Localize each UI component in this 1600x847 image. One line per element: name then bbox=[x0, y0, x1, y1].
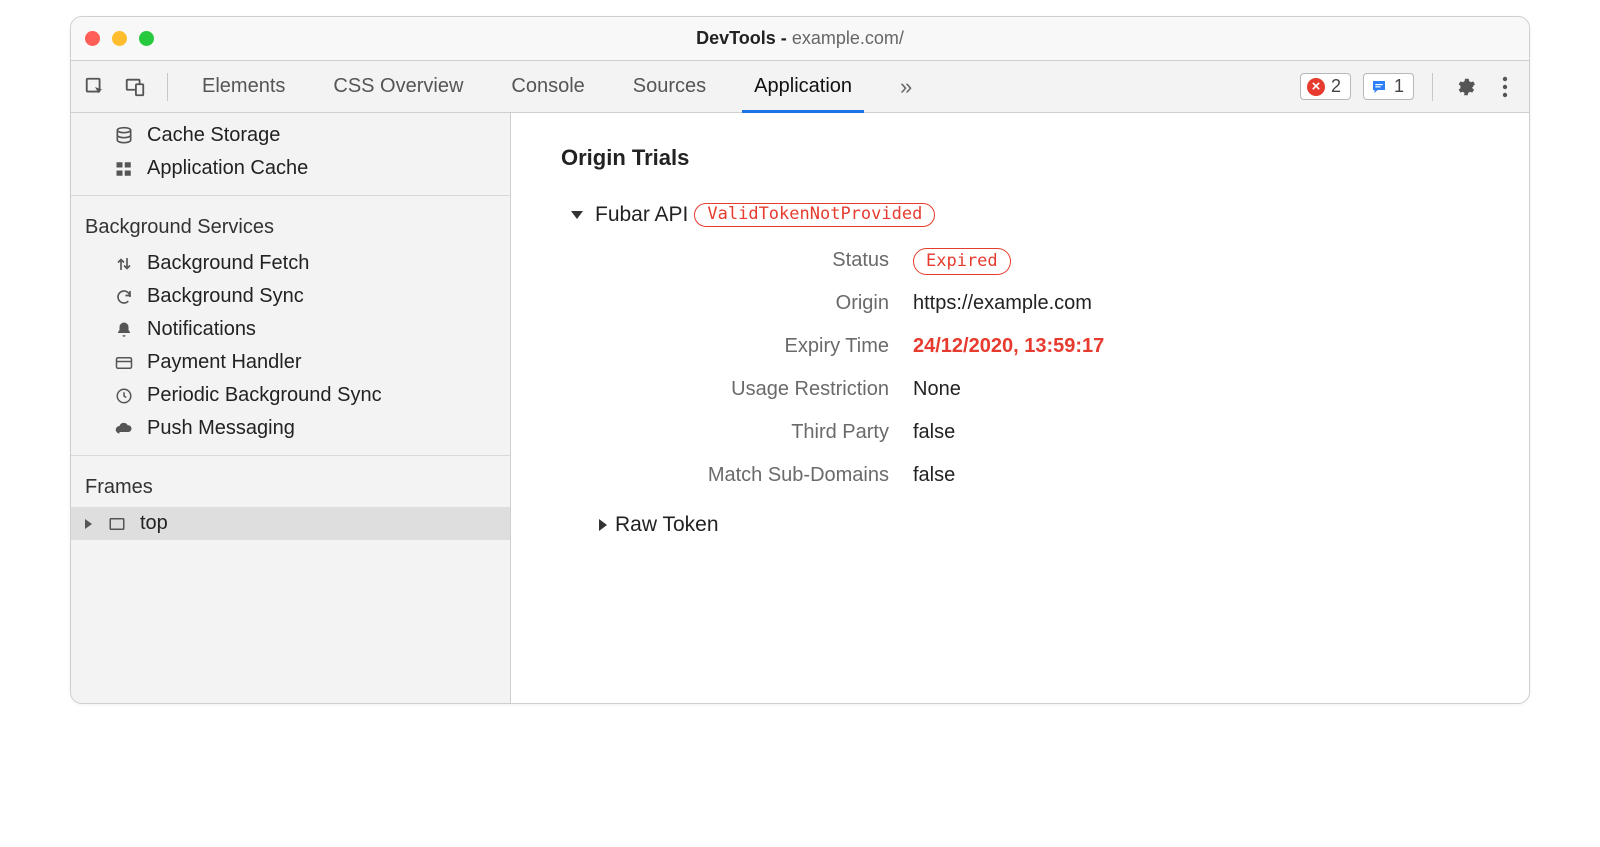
grid-icon bbox=[113, 158, 135, 180]
panel-body: Cache Storage Application Cache Backgrou… bbox=[71, 113, 1529, 703]
tab-console[interactable]: Console bbox=[505, 61, 590, 112]
disclosure-down-icon bbox=[571, 211, 583, 219]
sidebar-item-label: Application Cache bbox=[147, 157, 308, 180]
match-subdomains-value: false bbox=[913, 464, 1489, 487]
errors-count: 2 bbox=[1331, 76, 1341, 97]
sidebar-heading: Frames bbox=[71, 462, 510, 507]
message-icon bbox=[1370, 78, 1388, 96]
devtools-window: DevTools - example.com/ Elements CSS Ove… bbox=[70, 16, 1530, 704]
origin-label: Origin bbox=[613, 292, 913, 315]
sidebar-item-label: Payment Handler bbox=[147, 351, 302, 374]
raw-token-label: Raw Token bbox=[615, 513, 719, 537]
tab-label: Sources bbox=[633, 75, 706, 98]
tab-application[interactable]: Application bbox=[748, 61, 858, 112]
sidebar-item-label: Cache Storage bbox=[147, 124, 280, 147]
toolbar-right: 2 1 bbox=[1300, 73, 1519, 101]
frame-icon bbox=[106, 513, 128, 535]
toolbar-separator bbox=[167, 73, 168, 101]
window-title: DevTools - example.com/ bbox=[71, 28, 1529, 49]
sidebar-item-label: Background Sync bbox=[147, 285, 304, 308]
sidebar-item-push-messaging[interactable]: Push Messaging bbox=[71, 412, 510, 445]
status-badge: Expired bbox=[913, 248, 1011, 275]
sidebar-item-background-fetch[interactable]: Background Fetch bbox=[71, 247, 510, 280]
third-party-value: false bbox=[913, 421, 1489, 444]
sidebar-group-cache: Cache Storage Application Cache bbox=[71, 113, 510, 196]
sidebar-item-label: Push Messaging bbox=[147, 417, 295, 440]
more-tabs-button[interactable]: » bbox=[894, 61, 918, 112]
third-party-label: Third Party bbox=[613, 421, 913, 444]
usage-label: Usage Restriction bbox=[613, 378, 913, 401]
tab-label: CSS Overview bbox=[333, 75, 463, 98]
sidebar-item-label: Background Fetch bbox=[147, 252, 309, 275]
db-icon bbox=[113, 125, 135, 147]
sidebar-item-background-sync[interactable]: Background Sync bbox=[71, 280, 510, 313]
tab-label: Elements bbox=[202, 75, 285, 98]
toolbar-separator bbox=[1432, 73, 1433, 101]
sidebar-item-label: Periodic Background Sync bbox=[147, 384, 382, 407]
raw-token-row[interactable]: Raw Token bbox=[561, 513, 1489, 537]
origin-value: https://example.com bbox=[913, 292, 1489, 315]
titlebar: DevTools - example.com/ bbox=[71, 17, 1529, 61]
inspect-element-icon[interactable] bbox=[81, 73, 109, 101]
card-icon bbox=[113, 352, 135, 374]
sidebar-item-cache-storage[interactable]: Cache Storage bbox=[71, 119, 510, 152]
devtools-toolbar: Elements CSS Overview Console Sources Ap… bbox=[71, 61, 1529, 113]
sidebar-item-notifications[interactable]: Notifications bbox=[71, 313, 510, 346]
tab-sources[interactable]: Sources bbox=[627, 61, 712, 112]
chevron-right-icon bbox=[85, 519, 92, 529]
settings-gear-icon[interactable] bbox=[1451, 73, 1479, 101]
error-icon bbox=[1307, 78, 1325, 96]
title-suffix: example.com/ bbox=[792, 28, 904, 48]
tab-css-overview[interactable]: CSS Overview bbox=[327, 61, 469, 112]
bell-icon bbox=[113, 319, 135, 341]
main-heading: Origin Trials bbox=[561, 145, 1489, 171]
cloud-icon bbox=[113, 418, 135, 440]
sidebar-item-payment-handler[interactable]: Payment Handler bbox=[71, 346, 510, 379]
sidebar-item-label: Notifications bbox=[147, 318, 256, 341]
clock-icon bbox=[113, 385, 135, 407]
sidebar-item-label: top bbox=[140, 512, 168, 535]
sidebar-group-background-services: Background Services Background Fetch Bac… bbox=[71, 196, 510, 456]
messages-pill[interactable]: 1 bbox=[1363, 73, 1414, 100]
sidebar-item-application-cache[interactable]: Application Cache bbox=[71, 152, 510, 185]
status-label: Status bbox=[613, 249, 913, 272]
messages-count: 1 bbox=[1394, 76, 1404, 97]
match-subdomains-label: Match Sub-Domains bbox=[613, 464, 913, 487]
tab-label: Application bbox=[754, 75, 852, 98]
updown-icon bbox=[113, 253, 135, 275]
panel-tabs: Elements CSS Overview Console Sources Ap… bbox=[196, 61, 1288, 112]
kebab-menu-icon[interactable] bbox=[1491, 73, 1519, 101]
close-window-button[interactable] bbox=[85, 31, 100, 46]
device-toggle-icon[interactable] bbox=[121, 73, 149, 101]
trial-details-grid: Status Expired Origin https://example.co… bbox=[613, 249, 1489, 487]
sync-icon bbox=[113, 286, 135, 308]
minimize-window-button[interactable] bbox=[112, 31, 127, 46]
zoom-window-button[interactable] bbox=[139, 31, 154, 46]
trial-name: Fubar API bbox=[595, 203, 688, 227]
origin-trial-row[interactable]: Fubar API ValidTokenNotProvided bbox=[561, 203, 1489, 227]
application-sidebar: Cache Storage Application Cache Backgrou… bbox=[71, 113, 511, 703]
main-content: Origin Trials Fubar API ValidTokenNotPro… bbox=[511, 113, 1529, 703]
sidebar-item-frame-top[interactable]: top bbox=[71, 507, 510, 540]
tab-elements[interactable]: Elements bbox=[196, 61, 291, 112]
status-value: Expired bbox=[913, 249, 1489, 272]
title-prefix: DevTools - bbox=[696, 28, 792, 48]
tab-label: Console bbox=[511, 75, 584, 98]
errors-pill[interactable]: 2 bbox=[1300, 73, 1351, 100]
expiry-label: Expiry Time bbox=[613, 335, 913, 358]
window-controls bbox=[85, 31, 154, 46]
disclosure-right-icon bbox=[599, 519, 607, 531]
usage-value: None bbox=[913, 378, 1489, 401]
sidebar-group-frames: Frames top bbox=[71, 456, 510, 550]
sidebar-heading: Background Services bbox=[71, 202, 510, 247]
expiry-value: 24/12/2020, 13:59:17 bbox=[913, 335, 1489, 358]
trial-status-badge: ValidTokenNotProvided bbox=[694, 203, 935, 227]
sidebar-item-periodic-sync[interactable]: Periodic Background Sync bbox=[71, 379, 510, 412]
